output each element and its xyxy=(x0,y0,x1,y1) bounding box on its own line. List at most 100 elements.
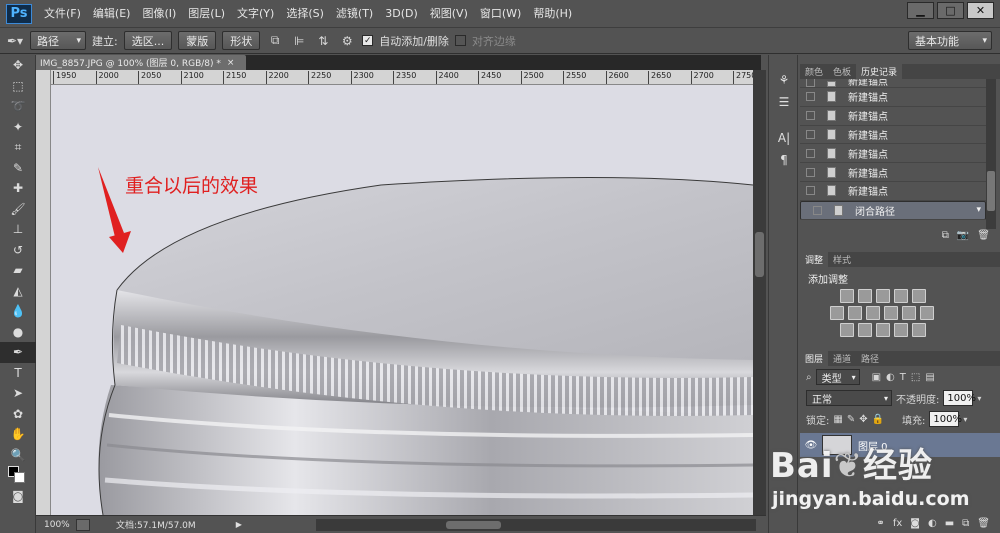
minimize-button[interactable]: ▁ xyxy=(907,2,934,19)
menu-filter[interactable]: 滤镜(T) xyxy=(330,0,379,27)
path-operations-icon[interactable]: ⧉ xyxy=(266,32,284,50)
tab-color[interactable]: 颜色 xyxy=(800,64,828,79)
brush-presets-icon[interactable]: ⚘ xyxy=(769,69,799,91)
magic-wand-tool-icon[interactable]: ✦ xyxy=(0,117,36,138)
selective-color-icon[interactable] xyxy=(894,323,908,337)
lock-icons[interactable]: ▦✎✥🔒 xyxy=(833,414,888,425)
levels-icon[interactable] xyxy=(858,289,872,303)
new-layer-icon[interactable]: ⧉ xyxy=(962,518,969,529)
pen-tool-icon[interactable]: ✒ xyxy=(0,342,36,363)
tab-styles[interactable]: 样式 xyxy=(828,252,856,267)
vertical-scrollbar[interactable] xyxy=(753,70,766,515)
clone-stamp-tool-icon[interactable]: ⊥ xyxy=(0,219,36,240)
brush-tool-icon[interactable]: 🖌 xyxy=(0,199,36,220)
tab-adjustments[interactable]: 调整 xyxy=(800,252,829,267)
exposure-icon[interactable] xyxy=(894,289,908,303)
blend-mode-select[interactable]: 正常 xyxy=(806,390,892,406)
tab-swatches[interactable]: 色板 xyxy=(828,64,856,79)
gradient-map-icon[interactable] xyxy=(912,323,926,337)
paragraph-panel-icon[interactable]: ¶ xyxy=(769,149,799,171)
eraser-tool-icon[interactable]: ▰ xyxy=(0,260,36,281)
list-item[interactable]: 闭合路径 xyxy=(800,200,986,220)
menu-file[interactable]: 文件(F) xyxy=(38,0,87,27)
menu-select[interactable]: 选择(S) xyxy=(280,0,330,27)
menu-window[interactable]: 窗口(W) xyxy=(474,0,527,27)
vibrance-icon[interactable] xyxy=(912,289,926,303)
opacity-input[interactable]: 100% xyxy=(943,390,976,406)
tab-layers[interactable]: 图层 xyxy=(800,351,829,366)
new-snapshot-icon[interactable]: 📷 xyxy=(957,230,969,241)
menu-type[interactable]: 文字(Y) xyxy=(231,0,280,27)
hue-saturation-icon[interactable] xyxy=(830,306,844,320)
brush-settings-icon[interactable]: ☰ xyxy=(769,91,799,113)
fill-dropdown-icon[interactable]: ▾ xyxy=(963,415,967,424)
list-item[interactable]: 新建锚点 xyxy=(800,126,986,145)
delete-layer-icon[interactable]: 🗑 xyxy=(977,518,990,529)
path-selection-tool-icon[interactable]: ➤ xyxy=(0,383,36,404)
link-layers-icon[interactable]: ⚭ xyxy=(876,518,884,529)
close-tab-icon[interactable]: × xyxy=(227,58,235,68)
mask-button[interactable]: 蒙版 xyxy=(178,31,217,50)
eyedropper-tool-icon[interactable]: ✎ xyxy=(0,158,36,179)
pen-tool-preset-icon[interactable]: ✒▾ xyxy=(6,32,24,50)
invert-icon[interactable] xyxy=(840,323,854,337)
menu-layer[interactable]: 图层(L) xyxy=(182,0,231,27)
vertical-scroll-thumb[interactable] xyxy=(755,232,764,277)
group-icon[interactable]: ▬ xyxy=(945,518,954,529)
layer-row[interactable]: 👁 图层 0 xyxy=(800,433,1000,457)
tab-history[interactable]: 历史记录 xyxy=(856,64,903,79)
photo-filter-icon[interactable] xyxy=(884,306,898,320)
hand-tool-icon[interactable]: ✋ xyxy=(0,424,36,445)
gear-icon[interactable]: ⚙ xyxy=(338,32,356,50)
healing-brush-tool-icon[interactable]: ✚ xyxy=(0,178,36,199)
zoom-tool-icon[interactable]: 🔍 xyxy=(0,445,36,466)
shape-button[interactable]: 形状 xyxy=(222,31,261,50)
lasso-tool-icon[interactable]: ➰ xyxy=(0,96,36,117)
close-button[interactable]: ✕ xyxy=(967,2,994,19)
menu-3d[interactable]: 3D(D) xyxy=(379,0,424,27)
curves-icon[interactable] xyxy=(876,289,890,303)
fill-input[interactable]: 100% xyxy=(929,411,962,427)
black-white-icon[interactable] xyxy=(866,306,880,320)
restore-button[interactable]: □ xyxy=(937,2,964,19)
document-tab[interactable]: IMG_8857.JPG @ 100% (图层 0, RGB/8) * × xyxy=(36,55,246,70)
list-item[interactable]: 新建锚点 xyxy=(800,182,986,201)
horizontal-scroll-thumb[interactable] xyxy=(446,521,501,529)
path-alignment-icon[interactable]: ⊫ xyxy=(290,32,308,50)
quick-mask-icon[interactable]: ◙ xyxy=(0,486,36,507)
layer-name[interactable]: 图层 0 xyxy=(858,438,888,453)
character-panel-icon[interactable]: A| xyxy=(769,127,799,149)
auto-add-checkbox[interactable]: ✓ xyxy=(362,35,374,46)
color-swatches-icon[interactable] xyxy=(0,465,36,486)
zoom-level[interactable]: 100% xyxy=(36,520,76,530)
color-lookup-icon[interactable] xyxy=(920,306,934,320)
blur-tool-icon[interactable]: 💧 xyxy=(0,301,36,322)
tab-paths[interactable]: 路径 xyxy=(856,351,884,366)
path-arrangement-icon[interactable]: ⇅ xyxy=(314,32,332,50)
paint-bucket-tool-icon[interactable]: ◭ xyxy=(0,281,36,302)
crop-tool-icon[interactable]: ⌗ xyxy=(0,137,36,158)
menu-edit[interactable]: 编辑(E) xyxy=(87,0,137,27)
custom-shape-tool-icon[interactable]: ✿ xyxy=(0,404,36,425)
status-menu-icon[interactable] xyxy=(76,518,90,531)
posterize-icon[interactable] xyxy=(858,323,872,337)
fx-icon[interactable]: fx xyxy=(893,518,902,529)
color-balance-icon[interactable] xyxy=(848,306,862,320)
eye-icon[interactable]: 👁 xyxy=(800,440,822,451)
add-mask-icon[interactable]: ◙ xyxy=(910,518,920,529)
layer-filter-select[interactable]: 类型 xyxy=(815,369,860,385)
list-item[interactable]: 新建锚点 xyxy=(800,88,986,107)
tool-mode-select[interactable]: 路径 xyxy=(30,31,86,50)
dodge-tool-icon[interactable]: ● xyxy=(0,322,36,343)
status-arrow-icon[interactable]: ▶ xyxy=(236,520,242,529)
adjustment-layer-icon[interactable]: ◐ xyxy=(928,518,937,529)
menu-help[interactable]: 帮助(H) xyxy=(527,0,578,27)
image-canvas[interactable]: 重合以后的效果 xyxy=(51,85,753,515)
marquee-tool-icon[interactable]: ⬚ xyxy=(0,76,36,97)
menu-image[interactable]: 图像(I) xyxy=(136,0,182,27)
align-edges-checkbox[interactable] xyxy=(454,35,466,46)
list-item[interactable]: 新建锚点 xyxy=(800,163,986,182)
layer-filter-icons[interactable]: ▣◐T⬚▤ xyxy=(872,372,940,383)
list-item[interactable]: 新建锚点 xyxy=(800,107,986,126)
history-brush-tool-icon[interactable]: ↺ xyxy=(0,240,36,261)
